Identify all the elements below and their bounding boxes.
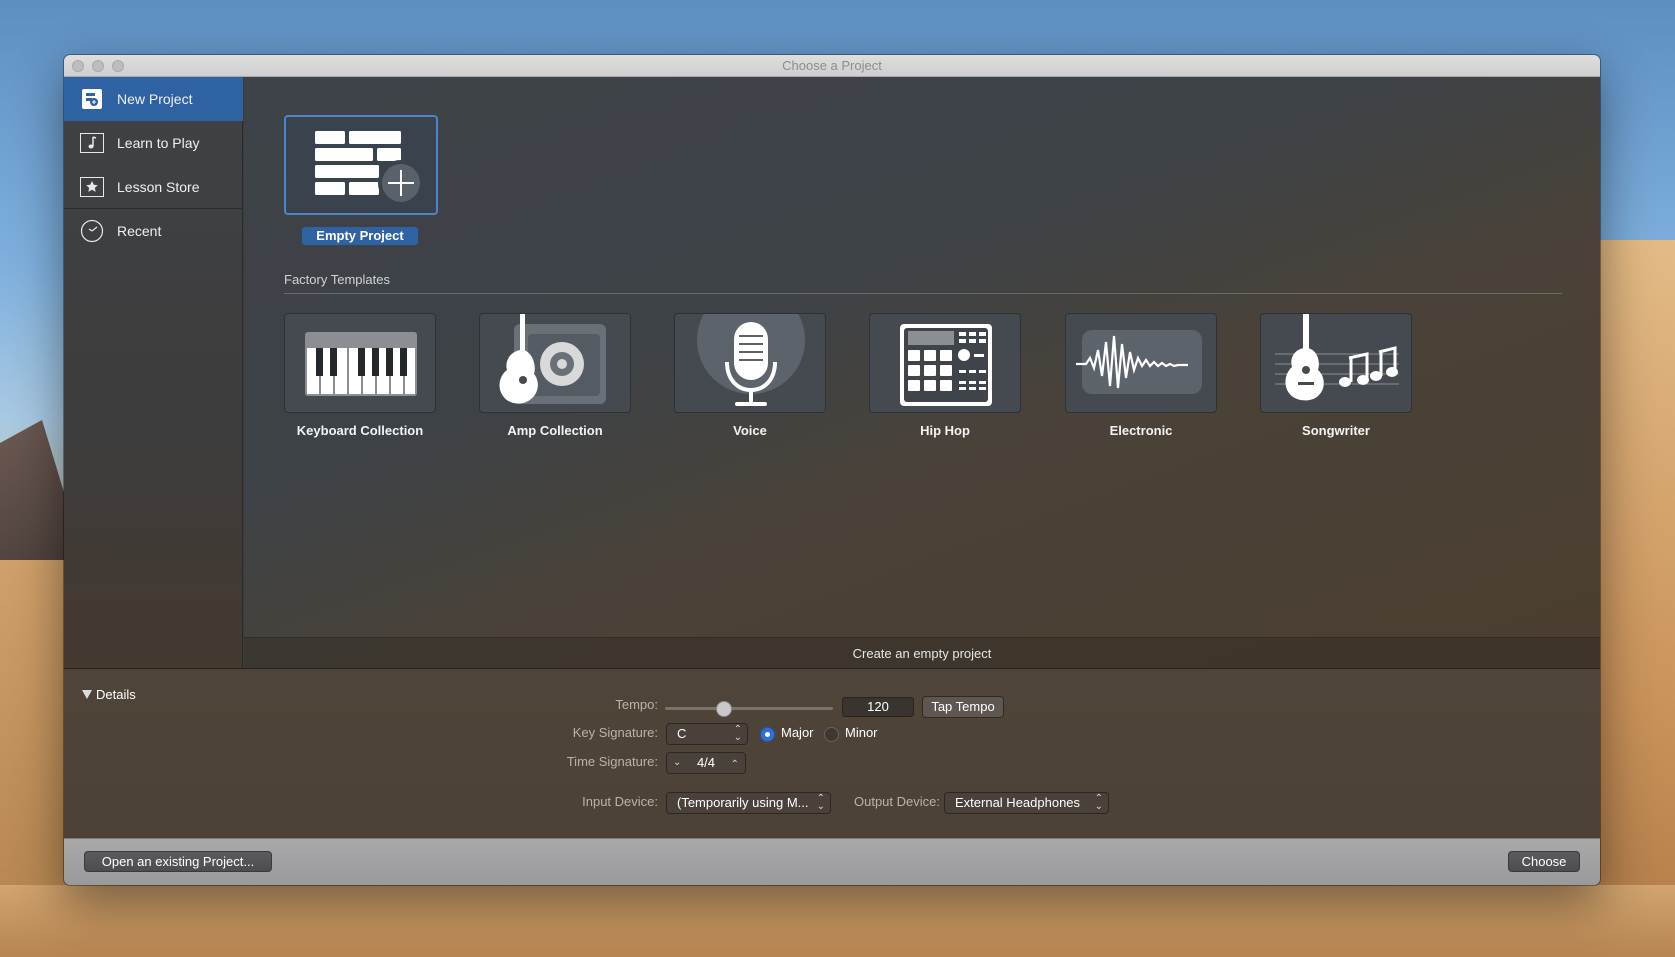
- key-signature-popup[interactable]: C ⌃ ⌄: [666, 723, 748, 745]
- template-keyboard-collection[interactable]: [284, 313, 436, 413]
- tempo-slider-thumb[interactable]: [715, 701, 732, 717]
- minor-label: Minor: [845, 725, 878, 740]
- project-browser: Empty Project Factory Templates Keyboard…: [244, 77, 1600, 668]
- popup-arrows-icon: ⌃ ⌄: [733, 724, 742, 743]
- time-signature-label: Time Signature:: [566, 754, 658, 769]
- sidebar-item-label: Learn to Play: [117, 135, 200, 151]
- template-label: Hip Hop: [920, 423, 970, 438]
- waveform-icon: [1076, 330, 1202, 394]
- minor-radio[interactable]: [824, 727, 839, 742]
- footer-bar: Open an existing Project... Choose: [64, 838, 1600, 885]
- tap-tempo-button[interactable]: Tap Tempo: [922, 696, 1004, 718]
- microphone-icon: [697, 314, 805, 406]
- major-label: Major: [781, 725, 814, 740]
- output-device-popup[interactable]: External Headphones ⌃ ⌄: [944, 792, 1109, 814]
- section-divider: [284, 293, 1562, 294]
- tempo-field[interactable]: 120: [842, 697, 914, 717]
- details-disclosure[interactable]: Details: [82, 687, 136, 702]
- details-label: Details: [96, 687, 136, 702]
- sidebar-item-recent[interactable]: Recent: [64, 209, 243, 253]
- tempo-label: Tempo:: [615, 697, 658, 712]
- empty-project-tile[interactable]: [284, 115, 438, 215]
- window-title: Choose a Project: [782, 58, 882, 73]
- key-signature-value: C: [677, 726, 687, 741]
- sidebar-item-learn-to-play[interactable]: Learn to Play: [64, 121, 243, 165]
- sidebar-item-label: Lesson Store: [117, 179, 200, 195]
- sidebar-item-label: New Project: [117, 91, 193, 107]
- template-label: Songwriter: [1302, 423, 1370, 438]
- drum-machine-icon: [900, 324, 992, 406]
- star-icon: [79, 176, 105, 198]
- input-device-label: Input Device:: [582, 794, 658, 809]
- clock-icon: [79, 219, 105, 243]
- template-label: Amp Collection: [507, 423, 603, 438]
- template-label: Keyboard Collection: [296, 423, 424, 438]
- template-amp-collection[interactable]: [479, 313, 631, 413]
- acoustic-guitar-notes-icon: [1275, 314, 1399, 401]
- time-signature-stepper[interactable]: ⌄ 4/4 ⌃: [666, 752, 746, 774]
- zoom-window-button[interactable]: [112, 60, 124, 72]
- minimize-window-button[interactable]: [92, 60, 104, 72]
- tempo-slider[interactable]: [665, 701, 833, 717]
- major-radio[interactable]: [760, 727, 775, 742]
- output-device-value: External Headphones: [955, 795, 1081, 810]
- template-label: Electronic: [1109, 423, 1173, 438]
- open-existing-project-button[interactable]: Open an existing Project...: [84, 851, 272, 872]
- popup-arrows-icon: ⌃ ⌄: [1094, 793, 1103, 812]
- template-songwriter[interactable]: [1260, 313, 1412, 413]
- new-project-icon: [79, 88, 105, 110]
- details-panel: Details Tempo: 120 Tap Tempo Key Signatu…: [64, 668, 1600, 838]
- choose-button[interactable]: Choose: [1508, 851, 1580, 872]
- disclosure-triangle-icon: [82, 690, 92, 699]
- key-signature-label: Key Signature:: [572, 725, 658, 740]
- sidebar-item-lesson-store[interactable]: Lesson Store: [64, 165, 243, 209]
- output-device-label: Output Device:: [854, 794, 940, 809]
- close-window-button[interactable]: [72, 60, 84, 72]
- empty-project-icon: [315, 131, 424, 206]
- music-note-icon: [79, 132, 105, 154]
- increment-icon[interactable]: ⌃: [731, 755, 739, 775]
- status-text: Create an empty project: [244, 637, 1600, 668]
- template-voice[interactable]: [674, 313, 826, 413]
- input-device-value: (Temporarily using M...: [677, 795, 809, 810]
- sidebar-item-new-project[interactable]: New Project: [64, 77, 243, 121]
- choose-project-window: Choose a Project New Project Learn to Pl…: [64, 55, 1600, 885]
- title-bar: Choose a Project: [64, 55, 1600, 77]
- template-electronic[interactable]: [1065, 313, 1217, 413]
- desktop-dune: [0, 885, 1675, 957]
- factory-templates-heading: Factory Templates: [284, 272, 390, 287]
- piano-keys-icon: [305, 332, 417, 396]
- sidebar-item-label: Recent: [117, 223, 162, 239]
- empty-project-label: Empty Project: [302, 227, 418, 245]
- sidebar: New Project Learn to Play Lesson Store R…: [64, 77, 243, 668]
- template-label: Voice: [733, 423, 767, 438]
- input-device-popup[interactable]: (Temporarily using M... ⌃ ⌄: [666, 792, 831, 814]
- template-hip-hop[interactable]: [869, 313, 1021, 413]
- guitar-amp-icon: [499, 314, 606, 404]
